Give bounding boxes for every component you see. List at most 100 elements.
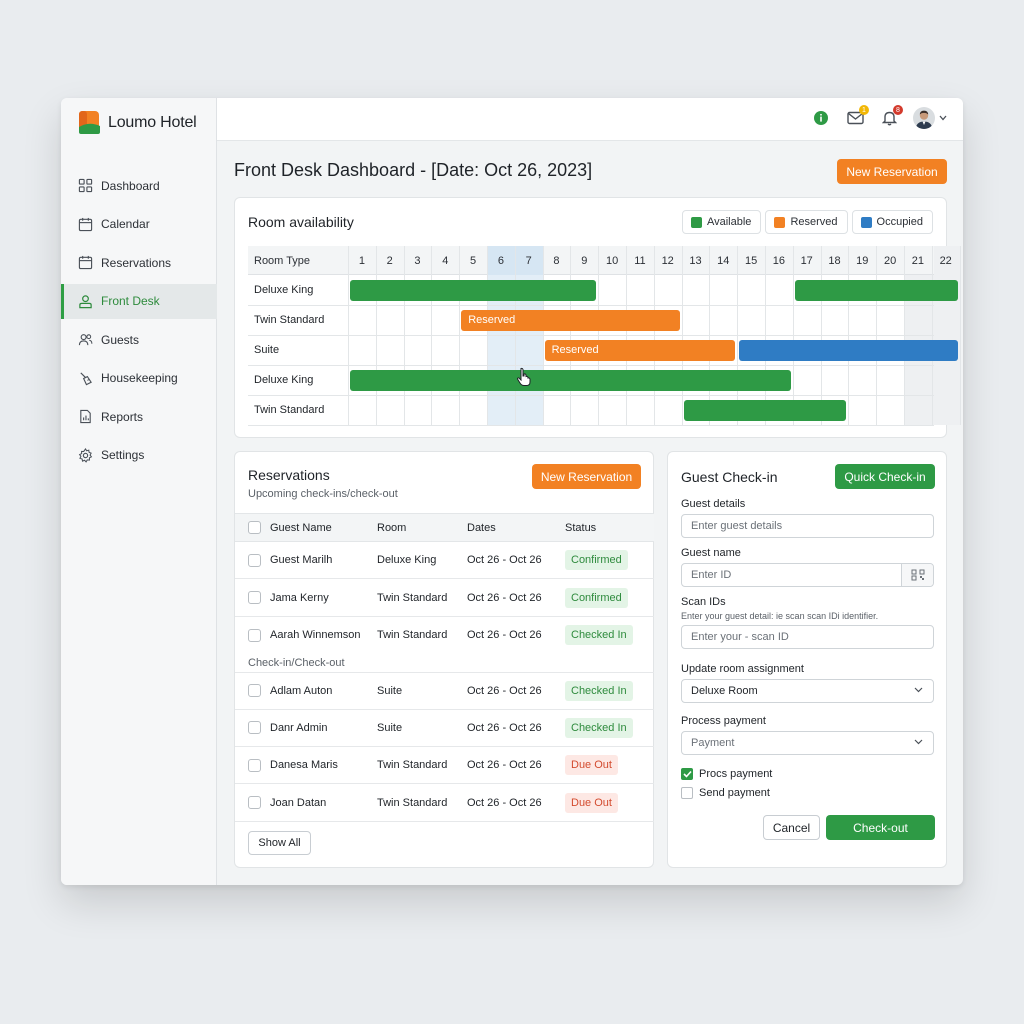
- table-row[interactable]: Jama Kerny Twin Standard Oct 26 - Oct 26 Co…: [235, 579, 654, 617]
- mail-icon[interactable]: 1: [845, 105, 869, 128]
- day-header: 14: [717, 254, 730, 267]
- procs-payment-checkbox[interactable]: Procs payment: [681, 768, 772, 780]
- grid-line: [248, 395, 934, 396]
- grid-line: [248, 365, 934, 366]
- table-row[interactable]: Joan Datan Twin Standard Oct 26 - Oct 26 Du…: [235, 784, 654, 822]
- chevron-down-icon: [914, 739, 923, 745]
- legend-item-reserved[interactable]: Reserved: [765, 210, 848, 234]
- day-header: 7: [514, 246, 543, 275]
- sidebar-item-guests[interactable]: Guests: [61, 322, 217, 357]
- legend-label: Occupied: [876, 216, 923, 228]
- column-header[interactable]: Room: [377, 514, 406, 541]
- status-badge: Checked In: [565, 680, 633, 701]
- grid-line: [248, 425, 934, 426]
- bell-icon[interactable]: 8: [879, 105, 903, 128]
- booking-bar-available[interactable]: [683, 399, 847, 421]
- day-header: 2: [386, 254, 393, 267]
- cell-dates: Oct 26 - Oct 26: [467, 721, 542, 734]
- qr-scan-icon[interactable]: [901, 564, 933, 586]
- column-header[interactable]: Guest Name: [270, 514, 332, 541]
- checkout-button[interactable]: Check-out: [826, 815, 935, 840]
- day-header: 9: [581, 254, 588, 267]
- show-all-button[interactable]: Show All: [248, 831, 311, 855]
- cell-name: Adlam Auton: [270, 684, 333, 697]
- app-window: Loumo Hotel Dashboard Calendar Reservation…: [61, 98, 963, 885]
- day-header: 17: [800, 254, 813, 267]
- reservations-new-button[interactable]: New Reservation: [532, 464, 641, 489]
- select-all-checkbox[interactable]: [248, 514, 261, 541]
- room-type-label: Twin Standard: [254, 404, 325, 416]
- day-header: 18: [828, 254, 841, 267]
- sidebar-item-settings[interactable]: Settings: [61, 438, 217, 473]
- cell-name: Aarah Winnemson: [270, 629, 361, 642]
- hand-cursor-icon: [516, 367, 532, 392]
- status-online-icon[interactable]: [811, 108, 831, 128]
- day-header: 20: [883, 254, 897, 267]
- row-checkbox[interactable]: [248, 579, 261, 615]
- reservations-card: Reservations Upcoming check-ins/check-ou…: [234, 451, 654, 868]
- cell-name: Joan Datan: [270, 796, 327, 809]
- booking-bar-reserved[interactable]: Reserved: [461, 309, 680, 331]
- status-badge: Checked In: [565, 717, 633, 738]
- sidebar-item-housekeeping[interactable]: Housekeeping: [61, 361, 217, 396]
- sidebar-item-reservations[interactable]: Reservations: [61, 245, 217, 280]
- day-header: 13: [689, 254, 702, 267]
- sidebar-item-dashboard[interactable]: Dashboard: [61, 168, 217, 203]
- guest-details-input[interactable]: Enter guest details: [681, 514, 934, 538]
- user-menu[interactable]: [913, 107, 947, 129]
- row-checkbox[interactable]: [248, 542, 261, 578]
- day-header: 5: [470, 254, 477, 267]
- table-row[interactable]: Guest Marilh Deluxe King Oct 26 - Oct 26 Co…: [235, 542, 654, 580]
- booking-bar-occupied[interactable]: [739, 339, 958, 361]
- legend-swatch: [774, 216, 786, 228]
- checkbox-checked-icon: [681, 768, 693, 780]
- row-checkbox[interactable]: [248, 710, 261, 746]
- room-assignment-label: Update room assignment: [681, 663, 804, 675]
- grid-line: [959, 246, 961, 425]
- sidebar-item-calendar[interactable]: Calendar: [61, 207, 217, 242]
- cell-room: Suite: [377, 684, 403, 697]
- brand[interactable]: Loumo Hotel: [77, 110, 197, 135]
- sidebar-item-front-desk[interactable]: Front Desk: [61, 283, 217, 319]
- checkbox-empty-icon: [681, 787, 693, 799]
- payment-select[interactable]: Payment: [681, 731, 934, 755]
- scan-id-input[interactable]: Enter your - scan ID: [681, 625, 934, 649]
- room-assignment-select[interactable]: Deluxe Room: [681, 679, 934, 703]
- cell-name: Jama Kerny: [270, 591, 329, 604]
- table-row[interactable]: Adlam Auton Suite Oct 26 - Oct 26 Checked I…: [235, 672, 654, 710]
- booking-bar-available[interactable]: [350, 369, 791, 391]
- cell-name: Guest Marilh: [270, 554, 333, 567]
- cell-name: Danr Admin: [270, 721, 328, 734]
- cancel-button[interactable]: Cancel: [763, 815, 820, 840]
- send-payment-checkbox[interactable]: Send payment: [681, 787, 770, 799]
- booking-bar-available[interactable]: [350, 279, 597, 301]
- day-header: 4: [442, 254, 449, 267]
- bell-badge: 8: [893, 105, 903, 115]
- legend-item-available[interactable]: Available: [681, 210, 762, 234]
- legend: Available Reserved Occupied: [681, 210, 933, 234]
- column-header[interactable]: Status: [565, 514, 596, 541]
- row-checkbox[interactable]: [248, 617, 261, 654]
- booking-bar-reserved[interactable]: Reserved: [544, 339, 736, 361]
- day-header: 6: [487, 246, 515, 275]
- top-icons: 1 8: [811, 105, 947, 129]
- guest-id-input[interactable]: Enter ID: [681, 563, 934, 587]
- room-availability-title: Room availability: [248, 214, 354, 230]
- legend-item-occupied[interactable]: Occupied: [851, 210, 933, 234]
- brand-logo-icon: [79, 111, 100, 134]
- sidebar-item-label: Front Desk: [101, 294, 160, 308]
- booking-bar-available[interactable]: [794, 279, 958, 301]
- table-row[interactable]: Aarah Winnemson Twin Standard Oct 26 - Oct…: [235, 617, 654, 654]
- row-checkbox[interactable]: [248, 747, 261, 783]
- row-checkbox[interactable]: [248, 673, 261, 708]
- column-header[interactable]: Dates: [467, 514, 496, 541]
- table-row[interactable]: Danesa Maris Twin Standard Oct 26 - Oct 26…: [235, 747, 654, 785]
- sidebar-item-reports[interactable]: Reports: [61, 399, 217, 434]
- room-type-label: Suite: [254, 344, 280, 356]
- reservations-subtitle: Upcoming check-ins/check-out: [248, 488, 398, 500]
- row-checkbox[interactable]: [248, 784, 261, 820]
- quick-checkin-button[interactable]: Quick Check-in: [835, 464, 935, 489]
- new-reservation-button[interactable]: New Reservation: [837, 159, 947, 184]
- table-row[interactable]: Danr Admin Suite Oct 26 - Oct 26 Checked In: [235, 710, 654, 747]
- day-header: 19: [856, 254, 869, 267]
